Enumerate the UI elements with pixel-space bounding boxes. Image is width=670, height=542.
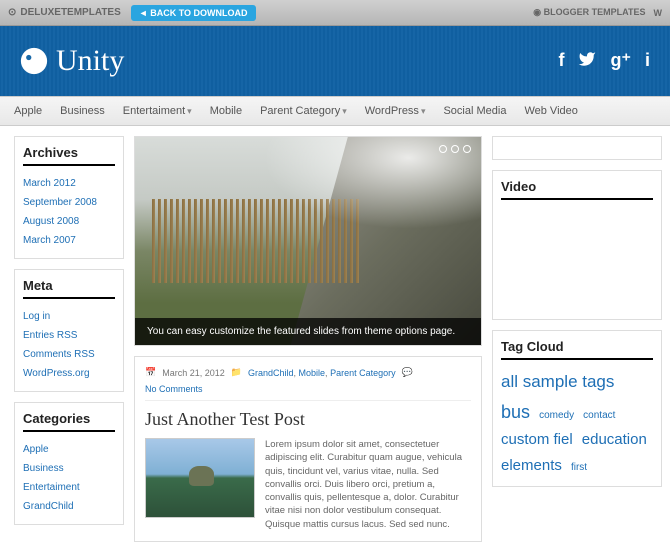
meta-item[interactable]: Comments RSS	[23, 345, 115, 364]
nav-business[interactable]: Business	[60, 105, 105, 117]
archives-item[interactable]: March 2012	[23, 174, 115, 193]
tagcloud-widget: Tag Cloud all sample tags bus comedy con…	[492, 330, 662, 487]
post-thumbnail[interactable]	[145, 438, 255, 518]
tagcloud-title: Tag Cloud	[501, 339, 653, 360]
nav-mobile[interactable]: Mobile	[210, 105, 242, 117]
tag-link[interactable]: first	[571, 462, 587, 473]
nav-social-media[interactable]: Social Media	[443, 105, 506, 117]
top-bar: ⊙ DELUXETEMPLATES ◄ BACK TO DOWNLOAD ◉ B…	[0, 0, 670, 26]
archives-item[interactable]: March 2007	[23, 231, 115, 250]
folder-icon: 📁	[231, 367, 242, 378]
slider-dots[interactable]	[439, 145, 471, 153]
tag-link[interactable]: comedy	[539, 410, 574, 421]
search-input[interactable]	[492, 136, 662, 160]
info-icon[interactable]: i	[645, 50, 650, 73]
archives-item[interactable]: August 2008	[23, 212, 115, 231]
back-to-download-button[interactable]: ◄ BACK TO DOWNLOAD	[131, 5, 256, 21]
nav-web-video[interactable]: Web Video	[524, 105, 577, 117]
tag-link[interactable]: education	[582, 431, 647, 448]
meta-item[interactable]: Entries RSS	[23, 326, 115, 345]
twitter-icon[interactable]	[578, 50, 596, 73]
post-excerpt: Lorem ipsum dolor sit amet, consectetuer…	[265, 438, 471, 531]
tag-link[interactable]: contact	[583, 410, 615, 421]
deluxe-icon: ⊙	[8, 7, 16, 18]
meta-title: Meta	[23, 278, 115, 299]
blogger-templates-link[interactable]: ◉ BLOGGER TEMPLATES	[533, 7, 645, 18]
facebook-icon[interactable]: f	[558, 50, 564, 73]
tag-link[interactable]: elements	[501, 457, 562, 474]
categories-item[interactable]: Apple	[23, 440, 115, 459]
featured-slider[interactable]: You can easy customize the featured slid…	[134, 136, 482, 346]
post-card: 📅 March 21, 2012 📁 GrandChild, Mobile, P…	[134, 356, 482, 542]
categories-item[interactable]: Entertaiment	[23, 478, 115, 497]
deluxe-brand-text: DELUXETEMPLATES	[20, 7, 120, 18]
site-header: Unity f g⁺ i	[0, 26, 670, 96]
site-title: Unity	[56, 44, 124, 78]
unity-logo-icon	[20, 47, 48, 75]
nav-entertaiment[interactable]: Entertaiment	[123, 105, 192, 117]
video-title: Video	[501, 179, 653, 200]
tag-link[interactable]: bus	[501, 402, 530, 422]
post-date: March 21, 2012	[162, 368, 225, 378]
main-nav: Apple Business Entertaiment Mobile Parent Ca…	[0, 96, 670, 126]
categories-item[interactable]: Business	[23, 459, 115, 478]
tag-link[interactable]: custom fiel	[501, 431, 573, 448]
deluxe-logo[interactable]: ⊙ DELUXETEMPLATES	[8, 7, 121, 18]
categories-widget: Categories AppleBusinessEntertaimentGran…	[14, 402, 124, 525]
post-category-link[interactable]: Mobile	[299, 368, 326, 378]
meta-item[interactable]: WordPress.org	[23, 364, 115, 383]
post-title[interactable]: Just Another Test Post	[145, 409, 471, 430]
archives-title: Archives	[23, 145, 115, 166]
post-category-link[interactable]: Parent Category	[330, 368, 396, 378]
nav-wordpress[interactable]: WordPress	[365, 105, 426, 117]
calendar-icon: 📅	[145, 367, 156, 378]
post-meta: 📅 March 21, 2012 📁 GrandChild, Mobile, P…	[145, 367, 471, 401]
blogger-icon: ◉	[533, 7, 541, 17]
archives-widget: Archives March 2012September 2008August …	[14, 136, 124, 259]
meta-widget: Meta Log inEntries RSSComments RSSWordPr…	[14, 269, 124, 392]
site-logo[interactable]: Unity	[20, 44, 124, 78]
meta-item[interactable]: Log in	[23, 307, 115, 326]
wordpress-link[interactable]: W	[654, 8, 663, 18]
slider-caption: You can easy customize the featured slid…	[135, 318, 481, 345]
tag-link[interactable]: all sample tags	[501, 372, 614, 391]
categories-title: Categories	[23, 411, 115, 432]
nav-parent-category[interactable]: Parent Category	[260, 105, 347, 117]
googleplus-icon[interactable]: g⁺	[610, 50, 631, 73]
comment-icon: 💬	[402, 367, 413, 378]
post-category-link[interactable]: GrandChild	[248, 368, 294, 378]
nav-apple[interactable]: Apple	[14, 105, 42, 117]
post-comments-link[interactable]: No Comments	[145, 384, 203, 394]
archives-item[interactable]: September 2008	[23, 193, 115, 212]
social-icons: f g⁺ i	[558, 50, 650, 73]
video-widget: Video	[492, 170, 662, 320]
